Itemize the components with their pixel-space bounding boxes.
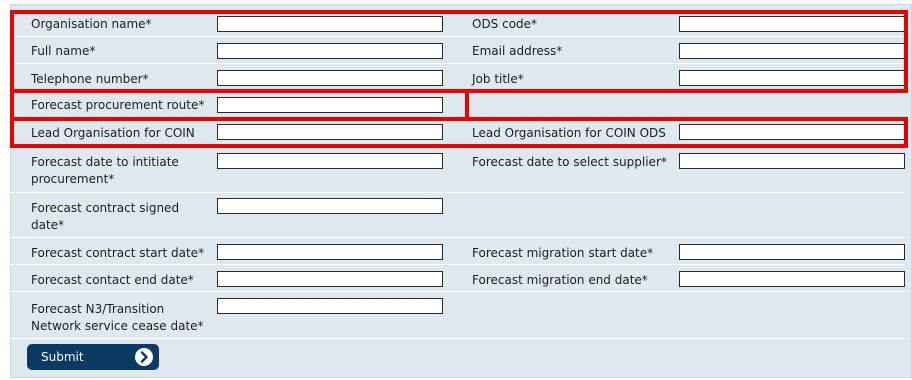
contract-start-date-field[interactable] xyxy=(217,244,443,260)
migration-end-date-label: Forecast migration end date* xyxy=(472,273,648,287)
contact-end-date-field[interactable] xyxy=(217,271,443,287)
procurement-route-label: Forecast procurement route* xyxy=(31,98,205,112)
migration-start-date-label: Forecast migration start date* xyxy=(472,246,654,260)
submit-button[interactable]: Submit xyxy=(27,344,159,370)
organisation-name-label: Organisation name* xyxy=(31,17,152,31)
contract-signed-date-field[interactable] xyxy=(217,198,443,214)
date-initiate-procurement-field[interactable] xyxy=(217,153,443,169)
row-divider xyxy=(10,338,905,339)
date-select-supplier-field[interactable] xyxy=(679,153,905,169)
row-divider xyxy=(10,192,905,193)
lead-organisation-ods-label: Lead Organisation for COIN ODS xyxy=(472,126,666,140)
job-title-label: Job title* xyxy=(472,72,524,86)
chevron-right-circle-icon xyxy=(135,348,153,366)
n3-cease-date-field[interactable] xyxy=(217,298,443,314)
telephone-number-field[interactable] xyxy=(217,70,443,86)
row-divider xyxy=(10,90,905,91)
migration-end-date-field[interactable] xyxy=(679,271,905,287)
telephone-number-label: Telephone number* xyxy=(31,72,149,86)
procurement-route-field[interactable] xyxy=(217,97,443,113)
full-name-label: Full name* xyxy=(31,44,96,58)
n3-cease-date-label: Forecast N3/Transition Network service c… xyxy=(31,302,204,333)
row-divider xyxy=(10,237,905,238)
submit-label: Submit xyxy=(41,350,84,364)
lead-organisation-ods-field[interactable] xyxy=(679,124,905,140)
email-address-label: Email address* xyxy=(472,44,563,58)
ods-code-field[interactable] xyxy=(679,16,905,32)
ods-code-label: ODS code* xyxy=(472,17,538,31)
lead-organisation-label: Lead Organisation for COIN xyxy=(31,126,195,140)
date-initiate-procurement-label: Forecast date to intitiate procurement* xyxy=(31,155,179,186)
contract-signed-date-label: Forecast contract signed date* xyxy=(31,201,180,232)
row-divider xyxy=(10,145,905,146)
row-divider xyxy=(10,291,905,292)
contract-start-date-label: Forecast contract start date* xyxy=(31,246,205,260)
date-select-supplier-label: Forecast date to select supplier* xyxy=(472,155,667,169)
organisation-name-field[interactable] xyxy=(217,16,443,32)
row-divider xyxy=(10,117,905,118)
email-address-field[interactable] xyxy=(679,43,905,59)
row-divider xyxy=(10,264,905,265)
row-divider xyxy=(10,63,905,64)
contact-end-date-label: Forecast contact end date* xyxy=(31,273,194,287)
migration-start-date-field[interactable] xyxy=(679,244,905,260)
lead-organisation-field[interactable] xyxy=(217,124,443,140)
full-name-field[interactable] xyxy=(217,43,443,59)
job-title-field[interactable] xyxy=(679,70,905,86)
row-divider xyxy=(10,36,905,37)
